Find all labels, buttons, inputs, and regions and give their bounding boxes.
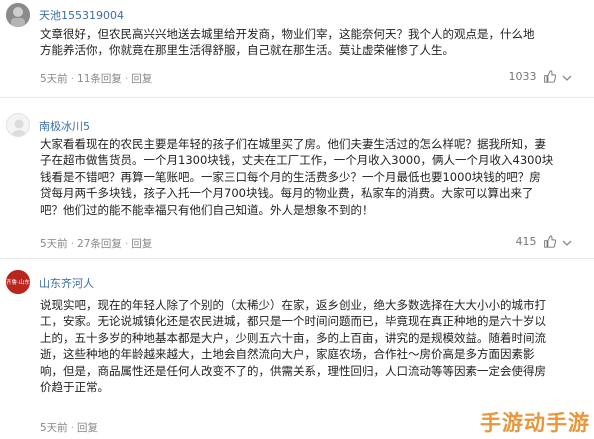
user-photo-icon <box>6 3 30 27</box>
avatar[interactable] <box>6 113 30 137</box>
comment-meta: 5天前 · 11条回复 · 回复 <box>40 71 152 86</box>
comment-line: 方能养活你，你就竟在那里生活得舒服，自己就在那生活。莫让虚荣催惨了人生。 <box>40 43 454 58</box>
avatar[interactable] <box>6 3 30 27</box>
comment-text: 文章很好，但农民高兴兴地送去城里给开发商，物业们宰，这能奈何天？我个人的观点是，… <box>40 26 580 59</box>
thumbs-up-icon <box>544 235 556 248</box>
svg-text:齐鲁·山东: 齐鲁·山东 <box>6 278 30 286</box>
comment-line: 响，但是，商品属性还是任何人改变不了的，供需关系，理性回归，人口流动等等因素一定… <box>40 363 546 378</box>
comment-text: 说现实吧，现在的年轻人除了个别的（太稀少）在家，返乡创业，绝大多数选择在大大小小… <box>40 297 580 395</box>
comment-1: 天池155319004 文章很好，但农民高兴兴地送去城里给开发商，物业们宰，这能… <box>0 0 594 92</box>
comment-text: 大家看看现在的农民主要是年轻的孩子们在城里买了房。他们夫妻生活过的怎么样呢？据我… <box>40 136 580 218</box>
comment-line: 贷每月两千多块钱，孩子入托一个月700块钱。每月的物业费，私家车的消费。大家可以… <box>40 186 534 201</box>
watermark-logo: 手游动手游 <box>480 411 590 435</box>
comment-line: 文章很好，但农民高兴兴地送去城里给开发商，物业们宰，这能奈何天？我个人的观点是，… <box>40 27 535 41</box>
comment-line: 逝，这些种地的年龄越来越大，土地会自然流向大户，家庭农场，合作社～房价高是多方面… <box>40 347 535 362</box>
chevron-down-icon[interactable] <box>560 236 574 250</box>
comment-line: 大家看看现在的农民主要是年轻的孩子们在城里买了房。他们夫妻生活过的怎么样呢？据我… <box>40 137 546 151</box>
comment-line: 价趋于正常。 <box>40 379 109 394</box>
default-avatar-icon <box>7 114 29 136</box>
reply-button[interactable]: 回复 <box>77 422 98 434</box>
comment-line: 说现实吧，现在的年轻人除了个别的（太稀少）在家，返乡创业，绝大多数选择在大大小小… <box>40 298 546 312</box>
reply-button[interactable]: 回复 <box>131 73 152 85</box>
reply-button[interactable]: 回复 <box>131 238 152 250</box>
like-button[interactable]: 415 <box>515 235 556 248</box>
chevron-down-icon[interactable] <box>560 71 574 85</box>
comment-line: 钱看是不错吧？再算一笔账吧。一家三口每个月的生活费多少？一个月最低也要1000块… <box>40 169 541 184</box>
comment-date: 5天前 <box>40 422 68 434</box>
username[interactable]: 天池155319004 <box>39 7 124 23</box>
view-replies-link[interactable]: 11条回复 <box>77 73 122 85</box>
comment-line: 吧？他们过的能不能幸福只有他们自己知道。外人是想象不到的！ <box>40 202 374 217</box>
separator: · <box>124 237 129 250</box>
like-button[interactable]: 1033 <box>508 70 556 83</box>
comment-date: 5天前 <box>40 238 68 250</box>
view-replies-link[interactable]: 27条回复 <box>77 238 122 250</box>
news-logo-icon: 齐鲁·山东 <box>6 270 30 294</box>
separator: · <box>70 421 75 434</box>
comment-line: 上的，五十多岁的种地基本都是大户，少则五六十亩，多的上百亩，讲究的是规模效益。随… <box>40 330 546 345</box>
username[interactable]: 山东齐河人 <box>39 275 94 291</box>
like-count: 1033 <box>508 70 537 83</box>
comment-line: 工，安家。无论说城镇化还是农民进城，都只是一个时间问题而已，毕竟现在真正种地的是… <box>40 314 546 329</box>
like-count: 415 <box>515 235 537 248</box>
separator: · <box>70 72 75 85</box>
comment-date: 5天前 <box>40 73 68 85</box>
avatar[interactable]: 齐鲁·山东 <box>6 270 30 294</box>
comment-line: 子在超市做售货员。一个月1300块钱，丈夫在工厂工作，一个月收入3000，俩人一… <box>40 153 554 168</box>
comment-2: 南极冰川5 大家看看现在的农民主要是年轻的孩子们在城里买了房。他们夫妻生活过的怎… <box>0 98 594 255</box>
separator: · <box>124 72 129 85</box>
username[interactable]: 南极冰川5 <box>39 118 90 134</box>
comment-meta: 5天前 · 27条回复 · 回复 <box>40 236 152 251</box>
thumbs-up-icon <box>544 70 556 83</box>
separator: · <box>70 237 75 250</box>
comment-meta: 5天前 · 回复 <box>40 420 98 435</box>
